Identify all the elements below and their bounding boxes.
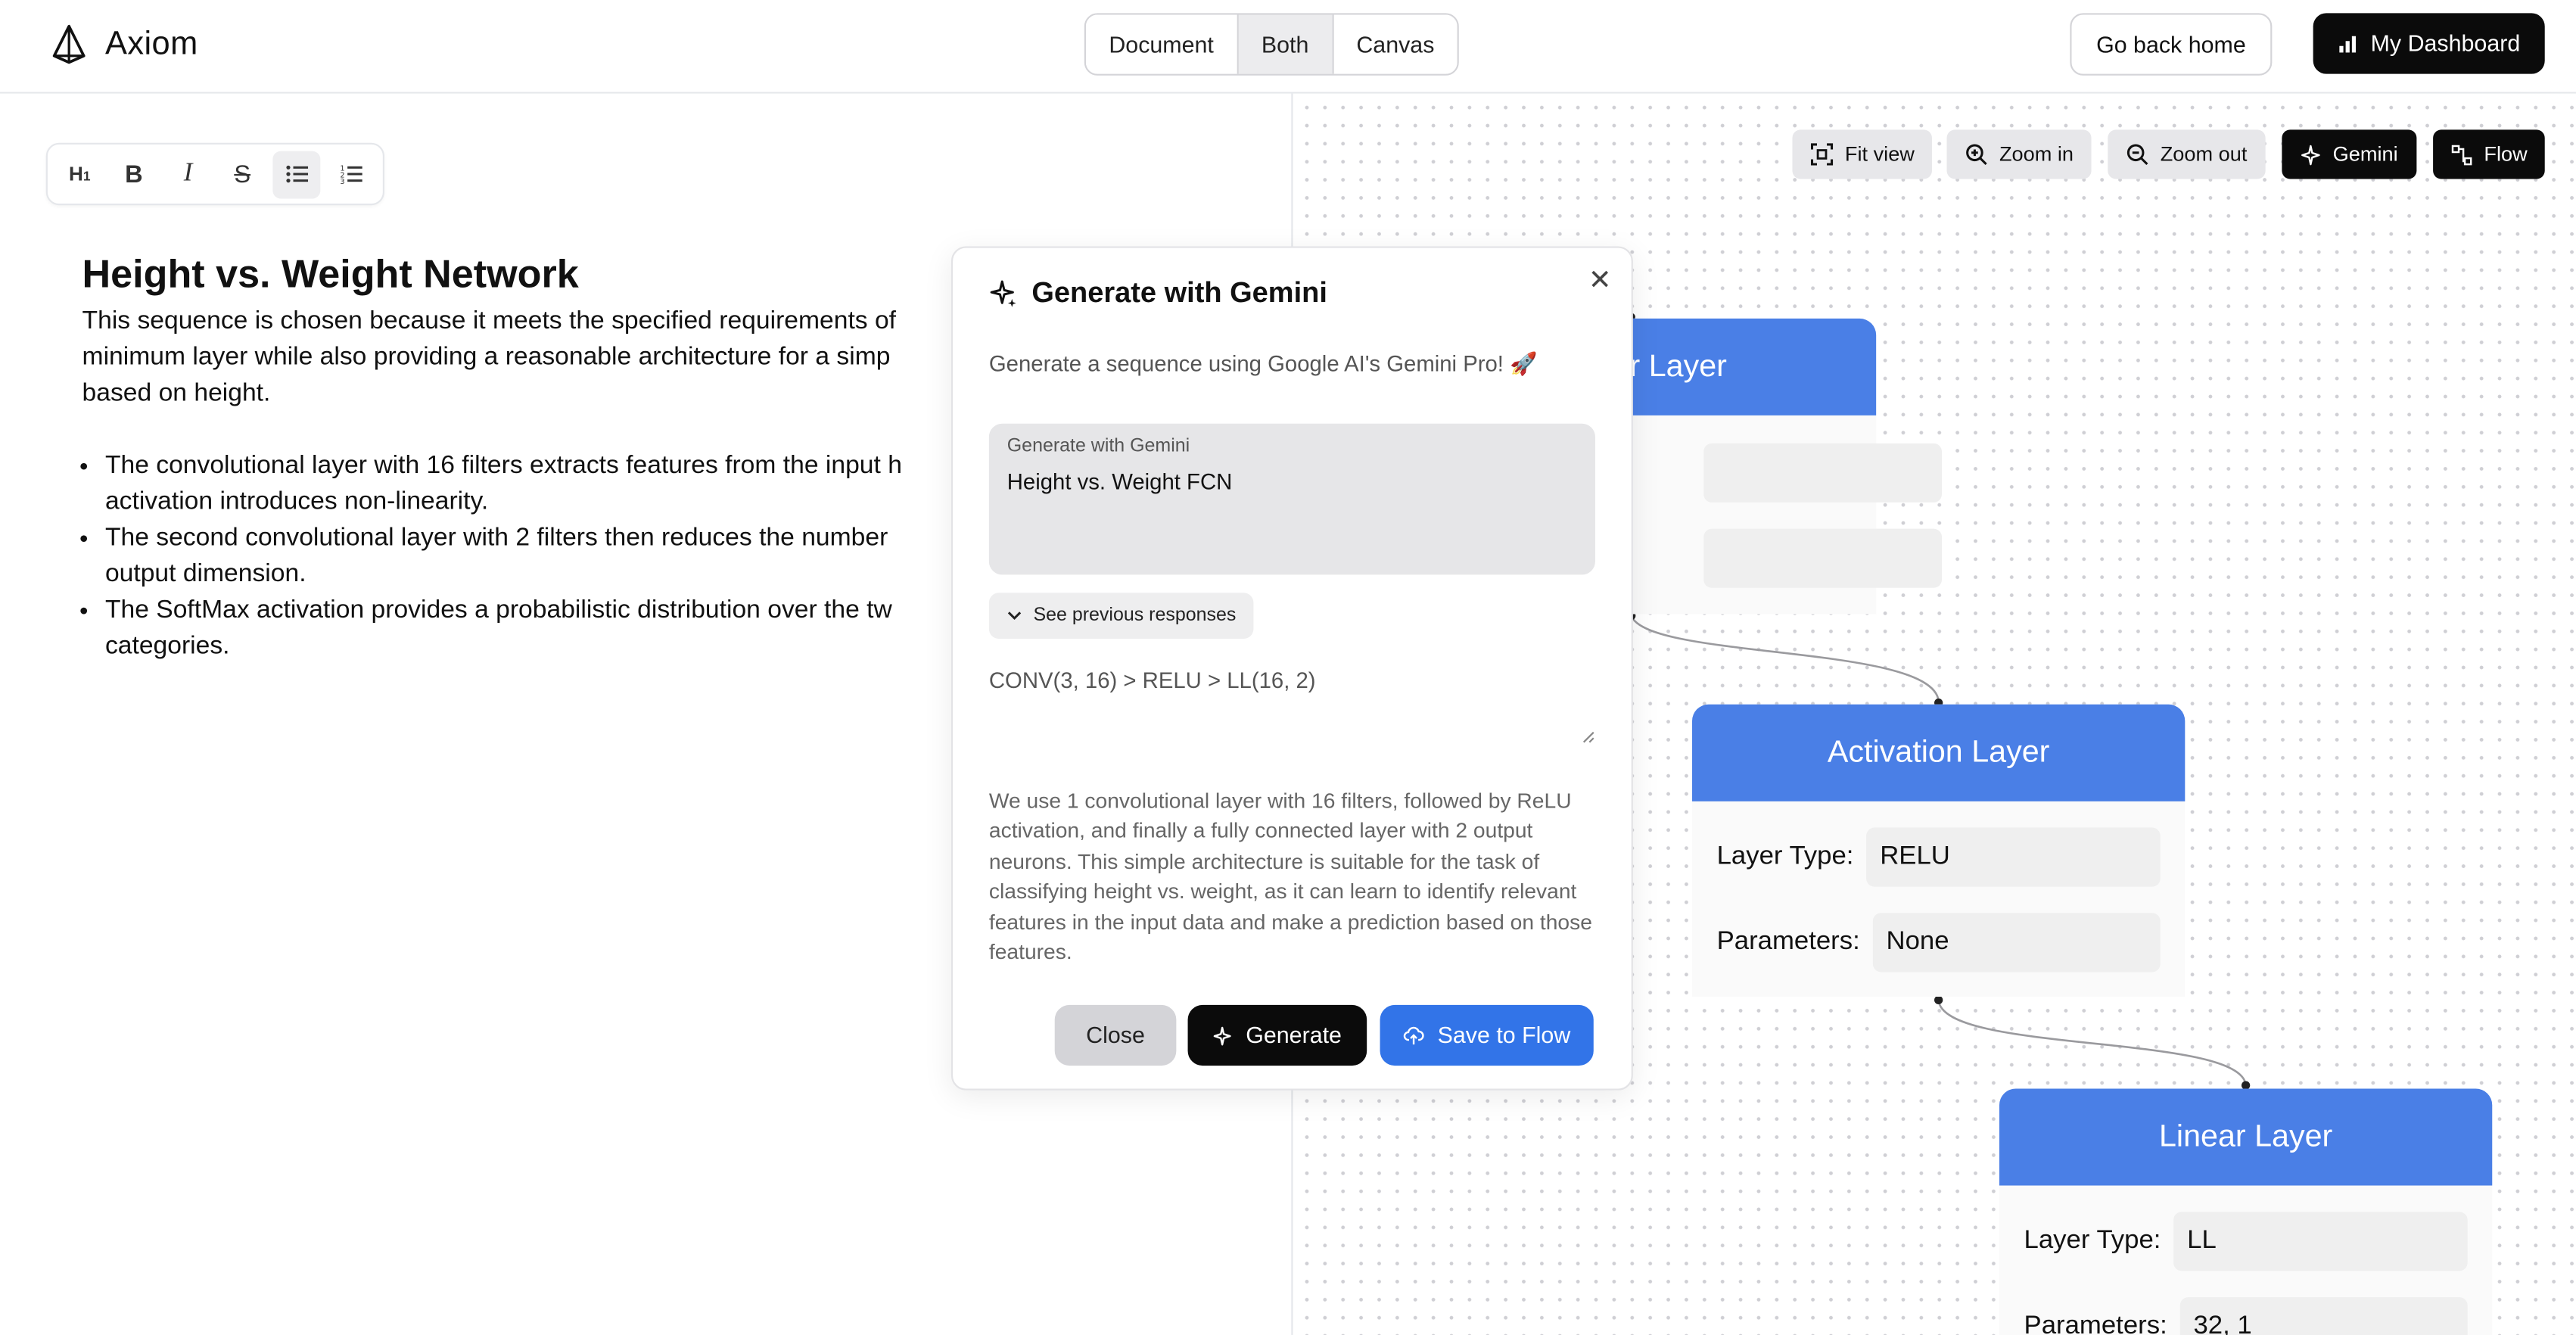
node-field[interactable]	[1703, 443, 1943, 503]
layer-type-field[interactable]: LL	[2173, 1212, 2468, 1271]
linear-layer-node[interactable]: Linear Layer Layer Type: LL Parameters: …	[1999, 1088, 2493, 1335]
my-dashboard-button[interactable]: My Dashboard	[2313, 13, 2545, 74]
top-header: Axiom Document Both Canvas Go back home …	[0, 0, 2576, 94]
dialog-title: Generate with Gemini	[1031, 275, 1327, 309]
field-label: Layer Type:	[2024, 1226, 2161, 1255]
bold-icon: B	[125, 160, 143, 188]
parameters-field[interactable]: None	[1873, 913, 2161, 972]
zoom-out-button[interactable]: Zoom out	[2108, 129, 2266, 179]
node-row-parameters: Parameters: None	[1692, 900, 2185, 985]
zoom-out-icon	[2126, 144, 2148, 166]
sparkles-icon	[990, 280, 1016, 307]
flow-button[interactable]: Flow	[2433, 129, 2546, 179]
sparkles-icon	[2301, 144, 2320, 165]
save-to-flow-label: Save to Flow	[1437, 1021, 1571, 1048]
field-label: Layer Type:	[1716, 842, 1854, 870]
prompt-value[interactable]: Height vs. Weight FCN	[1007, 470, 1233, 495]
document-title[interactable]: Height vs. Weight Network	[82, 253, 579, 299]
heading-icon: H1	[69, 162, 91, 186]
prompt-label: Generate with Gemini	[1006, 437, 1190, 457]
close-icon[interactable]: ✕	[1588, 264, 1612, 297]
heading-button[interactable]: H1	[56, 151, 104, 198]
tab-document[interactable]: Document	[1085, 14, 1239, 74]
upload-cloud-icon	[1403, 1026, 1424, 1045]
dialog-subtitle: Generate a sequence using Google AI's Ge…	[988, 351, 1538, 376]
brand-name: Axiom	[104, 25, 198, 62]
resize-handle-icon[interactable]	[1582, 731, 1595, 744]
save-to-flow-button[interactable]: Save to Flow	[1380, 1004, 1594, 1066]
see-previous-label: See previous responses	[1033, 605, 1237, 626]
italic-icon: I	[183, 159, 193, 188]
prompt-input[interactable]: Generate with Gemini Height vs. Weight F…	[988, 423, 1595, 575]
zoom-in-label: Zoom in	[1999, 142, 2074, 166]
see-previous-responses-button[interactable]: See previous responses	[988, 593, 1255, 639]
zoom-in-button[interactable]: Zoom in	[1946, 129, 2092, 179]
sequence-text: CONV(3, 16) > RELU > LL(16, 2)	[988, 668, 1316, 693]
close-button[interactable]: Close	[1054, 1004, 1177, 1066]
node-title: Linear Layer	[1999, 1088, 2493, 1186]
ordered-list-icon: 1 2 3	[339, 165, 362, 184]
explanation-text: We use 1 convolutional layer with 16 fil…	[988, 788, 1592, 964]
sparkles-icon	[1214, 1025, 1232, 1045]
edge-activation-to-linear	[1937, 1000, 2247, 1086]
bold-button[interactable]: B	[110, 151, 157, 198]
gemini-button[interactable]: Gemini	[2282, 129, 2416, 179]
go-back-home-button[interactable]: Go back home	[2070, 13, 2273, 76]
generate-label: Generate	[1246, 1021, 1342, 1048]
edge-handle	[1934, 995, 1943, 1004]
gemini-label: Gemini	[2332, 142, 2398, 166]
field-label: Parameters:	[1716, 927, 1860, 956]
bullet-list-icon	[285, 165, 307, 183]
activation-layer-node[interactable]: Activation Layer Layer Type: RELU Parame…	[1692, 704, 2186, 997]
bullet-list-button[interactable]	[272, 150, 321, 198]
sequence-textarea[interactable]: CONV(3, 16) > RELU > LL(16, 2)	[989, 668, 1595, 744]
chevron-down-icon	[1007, 611, 1022, 621]
node-row-layer-type: Layer Type: LL	[1999, 1199, 2492, 1284]
node-field[interactable]	[1703, 528, 1943, 588]
my-dashboard-label: My Dashboard	[2370, 30, 2521, 56]
strikethrough-icon: S	[234, 160, 251, 188]
parameters-field[interactable]: 32, 1	[2180, 1297, 2468, 1335]
tab-canvas[interactable]: Canvas	[1333, 14, 1458, 74]
edge-convert-to-activation	[1630, 615, 1940, 702]
ordered-list-button[interactable]: 1 2 3	[327, 151, 375, 198]
svg-text:3: 3	[339, 178, 344, 184]
fit-view-icon	[1810, 143, 1834, 166]
brand[interactable]: Axiom	[49, 23, 198, 65]
bar-chart-icon	[2339, 35, 2357, 52]
fit-view-label: Fit view	[1844, 142, 1915, 166]
generate-button[interactable]: Generate	[1187, 1004, 1367, 1066]
tab-both[interactable]: Both	[1238, 14, 1333, 74]
node-row-layer-type: Layer Type: RELU	[1692, 814, 2185, 900]
app-root: Axiom Document Both Canvas Go back home …	[0, 0, 2576, 1335]
node-row-parameters: Parameters: 32, 1	[1999, 1284, 2492, 1335]
strikethrough-button[interactable]: S	[219, 151, 266, 198]
flow-icon	[2451, 144, 2472, 165]
layer-type-field[interactable]: RELU	[1866, 827, 2161, 887]
node-title: Activation Layer	[1692, 704, 2186, 801]
editor-toolbar: H1 B I S 1 2 3	[45, 142, 384, 206]
zoom-out-label: Zoom out	[2160, 142, 2248, 166]
axiom-logo-icon	[52, 24, 86, 64]
flow-label: Flow	[2484, 142, 2528, 166]
zoom-in-icon	[1966, 144, 1987, 166]
gemini-dialog: Generate with Gemini ✕ Generate a sequen…	[950, 246, 1633, 1091]
view-toggle: Document Both Canvas	[1084, 13, 1459, 76]
italic-button[interactable]: I	[164, 151, 212, 198]
fit-view-button[interactable]: Fit view	[1792, 129, 1933, 179]
field-label: Parameters:	[2024, 1312, 2167, 1335]
